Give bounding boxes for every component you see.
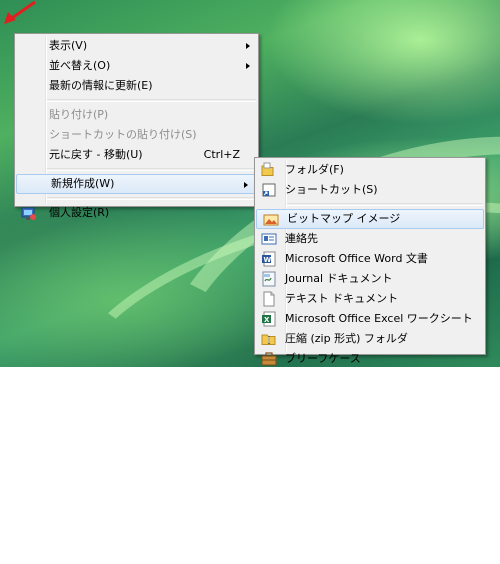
menu-item-paste: 貼り付け(P) <box>15 105 258 125</box>
menu-separator <box>47 168 256 171</box>
excel-icon: X <box>262 311 276 327</box>
bitmap-icon <box>263 214 279 226</box>
menu-item-label: テキスト ドキュメント <box>285 292 399 305</box>
submenu-item-contact[interactable]: 連絡先 <box>255 229 485 249</box>
menu-separator <box>47 197 256 200</box>
menu-item-label: Journal ドキュメント <box>285 272 393 285</box>
menu-item-label: 連絡先 <box>285 232 318 245</box>
submenu-arrow-icon <box>246 63 250 69</box>
submenu-arrow-icon <box>246 43 250 49</box>
personalize-icon <box>21 207 36 220</box>
zip-folder-icon <box>261 334 276 345</box>
shortcut-icon <box>262 183 276 197</box>
submenu-item-folder[interactable]: フォルダ(F) <box>255 160 485 180</box>
menu-item-sort-by[interactable]: 並べ替え(O) <box>15 56 258 76</box>
journal-icon <box>262 271 276 287</box>
menu-item-label: ショートカットの貼り付け(S) <box>49 128 197 141</box>
menu-item-shortcut: Ctrl+Z <box>203 148 240 161</box>
menu-item-label: ブリーフケース <box>285 352 361 365</box>
svg-text:W: W <box>264 256 272 264</box>
menu-item-view[interactable]: 表示(V) <box>15 36 258 56</box>
menu-item-personalize[interactable]: 個人設定(R) <box>15 203 258 223</box>
menu-item-label: ビットマップ イメージ <box>287 212 401 225</box>
submenu-item-briefcase[interactable]: ブリーフケース <box>255 349 485 369</box>
submenu-item-zip-folder[interactable]: 圧縮 (zip 形式) フォルダ <box>255 329 485 349</box>
submenu-item-shortcut[interactable]: ショートカット(S) <box>255 180 485 200</box>
submenu-item-excel-worksheet[interactable]: X Microsoft Office Excel ワークシート <box>255 309 485 329</box>
menu-item-label: Microsoft Office Word 文書 <box>285 252 428 265</box>
text-document-icon <box>263 291 275 307</box>
submenu-item-word-document[interactable]: W Microsoft Office Word 文書 <box>255 249 485 269</box>
menu-item-label: ショートカット(S) <box>285 183 378 196</box>
menu-item-new[interactable]: 新規作成(W) <box>16 174 257 194</box>
menu-item-label: 表示(V) <box>49 39 88 52</box>
menu-item-label: 貼り付け(P) <box>49 108 109 121</box>
menu-item-refresh[interactable]: 最新の情報に更新(E) <box>15 76 258 96</box>
contact-icon <box>261 233 277 245</box>
menu-item-label: 最新の情報に更新(E) <box>49 79 153 92</box>
submenu-item-text-document[interactable]: テキスト ドキュメント <box>255 289 485 309</box>
menu-item-label: 個人設定(R) <box>49 206 110 219</box>
pointer-arrow-icon <box>4 0 36 24</box>
menu-item-label: Microsoft Office Excel ワークシート <box>285 312 473 325</box>
menu-item-label: フォルダ(F) <box>285 163 344 176</box>
menu-separator <box>287 203 483 206</box>
menu-item-label: 元に戻す - 移動(U) <box>49 148 143 161</box>
submenu-arrow-icon <box>244 182 248 188</box>
submenu-item-journal-document[interactable]: Journal ドキュメント <box>255 269 485 289</box>
menu-item-label: 圧縮 (zip 形式) フォルダ <box>285 332 408 345</box>
menu-separator <box>47 99 256 102</box>
svg-text:X: X <box>264 316 270 324</box>
new-submenu: フォルダ(F) ショートカット(S) ビットマップ イメージ 連絡先 W Mic… <box>254 157 486 366</box>
word-icon: W <box>262 251 276 267</box>
desktop-context-menu: 表示(V) 並べ替え(O) 最新の情報に更新(E) 貼り付け(P) ショートカッ… <box>14 33 259 220</box>
menu-item-label: 並べ替え(O) <box>49 59 111 72</box>
submenu-item-bitmap[interactable]: ビットマップ イメージ <box>256 209 484 229</box>
briefcase-icon <box>261 352 277 366</box>
menu-item-undo-move[interactable]: 元に戻す - 移動(U) Ctrl+Z <box>15 145 258 165</box>
menu-item-label: 新規作成(W) <box>51 177 115 190</box>
menu-item-paste-shortcut: ショートカットの貼り付け(S) <box>15 125 258 145</box>
folder-icon <box>261 162 274 176</box>
